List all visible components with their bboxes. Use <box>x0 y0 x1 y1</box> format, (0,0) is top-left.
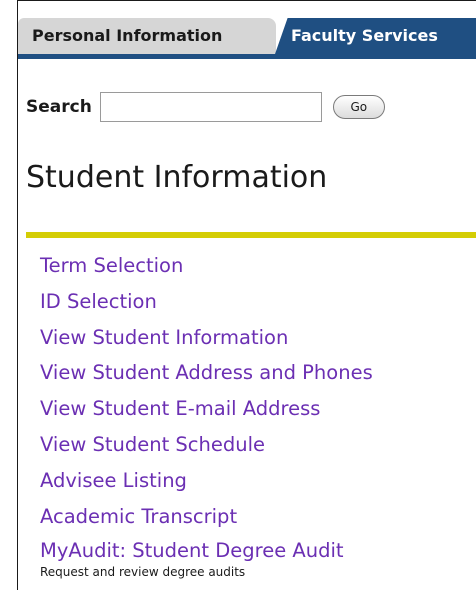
menu-link-view-student-email[interactable]: View Student E-mail Address <box>40 397 320 420</box>
menu-item-id-selection: ID Selection <box>40 287 373 323</box>
search-form: Search Go <box>26 90 385 124</box>
tab-faculty-services[interactable]: Faculty Services <box>275 18 476 54</box>
menu-item-view-student-schedule: View Student Schedule <box>40 430 373 466</box>
tab-personal-information[interactable]: Personal Information <box>18 18 276 54</box>
page-title: Student Information <box>26 160 328 195</box>
menu-link-academic-transcript[interactable]: Academic Transcript <box>40 505 237 528</box>
page-frame: Personal Information Faculty Services Se… <box>17 0 476 590</box>
menu-item-advisee-listing: Advisee Listing <box>40 466 373 502</box>
tab-underline <box>18 54 476 59</box>
menu-item-view-student-email: View Student E-mail Address <box>40 394 373 430</box>
frame-top-border <box>18 0 476 1</box>
accent-divider <box>26 232 476 238</box>
search-label: Search <box>26 97 92 117</box>
search-input[interactable] <box>99 92 322 122</box>
menu-link-view-student-schedule[interactable]: View Student Schedule <box>40 433 265 456</box>
go-button[interactable]: Go <box>332 95 385 119</box>
menu-list: Term Selection ID Selection View Student… <box>40 251 373 579</box>
menu-link-advisee-listing[interactable]: Advisee Listing <box>40 469 187 492</box>
menu-item-academic-transcript: Academic Transcript <box>40 502 373 538</box>
tab-bar: Personal Information Faculty Services <box>18 18 476 62</box>
menu-item-term-selection: Term Selection <box>40 251 373 287</box>
menu-link-myaudit[interactable]: MyAudit: Student Degree Audit <box>40 539 344 562</box>
menu-link-view-student-address-phones[interactable]: View Student Address and Phones <box>40 361 373 384</box>
menu-link-view-student-information[interactable]: View Student Information <box>40 326 288 349</box>
menu-item-myaudit: MyAudit: Student Degree Audit Request an… <box>40 537 373 579</box>
tab-label: Faculty Services <box>291 26 438 45</box>
menu-item-description: Request and review degree audits <box>40 565 246 580</box>
tab-label: Personal Information <box>32 26 223 45</box>
menu-item-view-student-information: View Student Information <box>40 323 373 359</box>
menu-item-view-student-address-phones: View Student Address and Phones <box>40 358 373 394</box>
menu-link-id-selection[interactable]: ID Selection <box>40 290 157 313</box>
menu-link-term-selection[interactable]: Term Selection <box>40 254 183 277</box>
